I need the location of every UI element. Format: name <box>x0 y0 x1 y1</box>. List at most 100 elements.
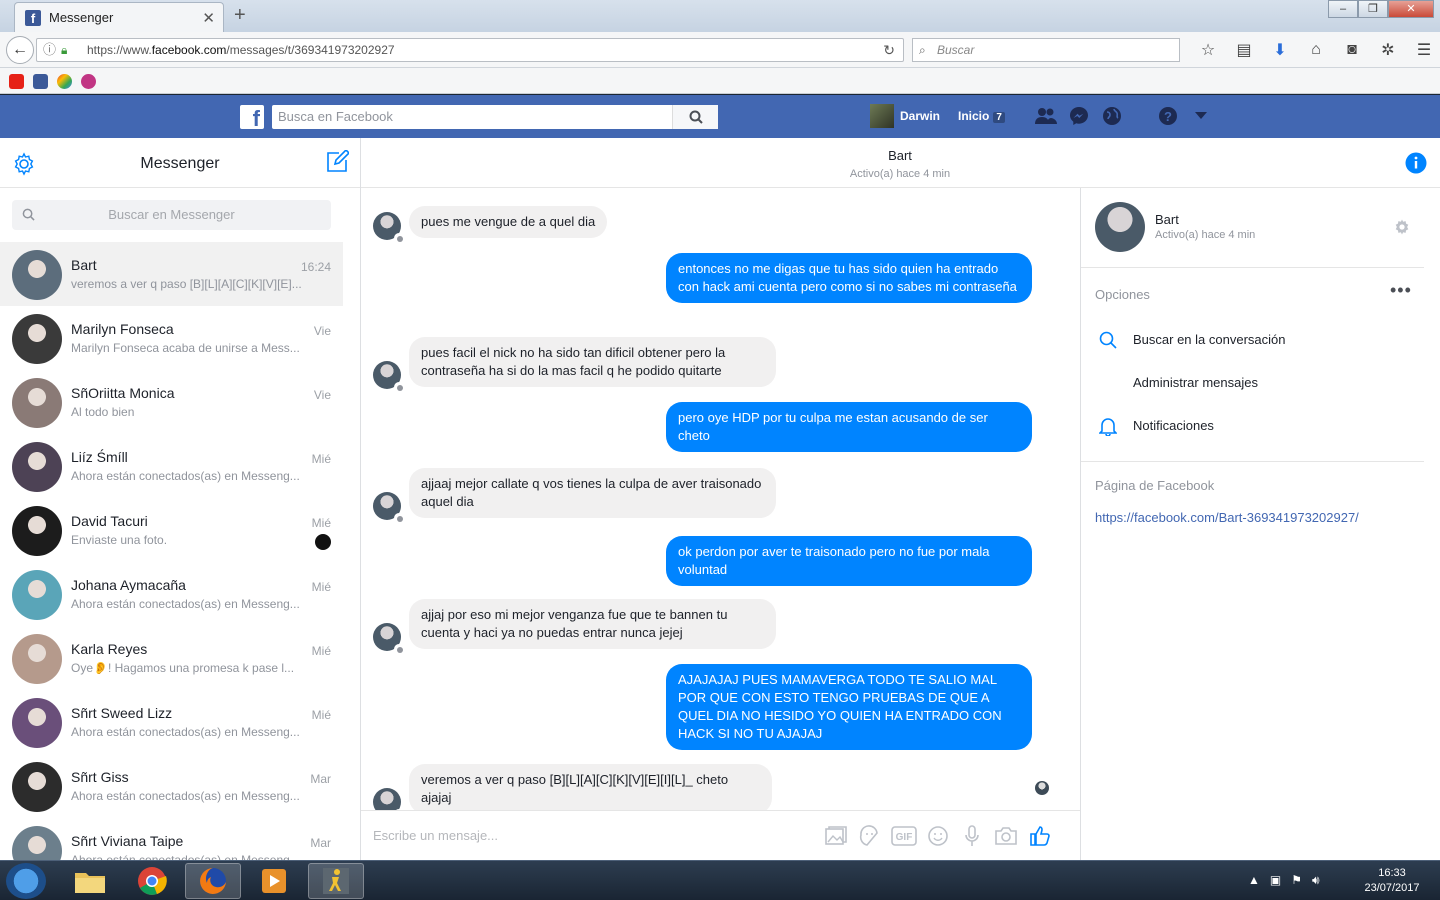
file-explorer-icon[interactable] <box>62 863 118 899</box>
instagram-bookmark-icon[interactable] <box>81 74 96 89</box>
info-icon[interactable]: ⓘ <box>43 39 56 61</box>
network-icon[interactable]: ▣ <box>1270 873 1281 888</box>
home-icon[interactable]: ⌂ <box>1298 38 1334 62</box>
clock[interactable]: 16:33 23/07/2017 <box>1350 866 1434 896</box>
home-link[interactable]: Inicio 7 <box>958 109 1005 123</box>
option-manage-messages[interactable]: Administrar mensajes <box>1133 375 1258 390</box>
minimize-icon[interactable]: – <box>1328 0 1358 18</box>
conversation-item[interactable]: Bart 16:24 veremos a ver q paso [B][L][A][… <box>0 242 343 306</box>
details-name[interactable]: Bart <box>1155 212 1179 227</box>
gif-icon[interactable]: GIF <box>891 823 917 849</box>
profile-link[interactable]: Darwin <box>870 104 940 128</box>
counter-strike-icon[interactable] <box>308 863 364 899</box>
info-icon[interactable] <box>1405 152 1427 174</box>
message-bubble-incoming[interactable]: ajjaaj mejor callate q vos tienes la cul… <box>409 468 776 518</box>
bookmark-star-icon[interactable]: ☆ <box>1190 38 1226 62</box>
youtube-bookmark-icon[interactable] <box>9 74 24 89</box>
chrome-icon[interactable] <box>124 863 180 899</box>
photo-icon[interactable] <box>823 823 849 849</box>
messenger-title: Messenger <box>140 155 220 172</box>
message-bubble-outgoing[interactable]: ok perdon por aver te traisonado pero no… <box>666 536 1032 586</box>
conversation-item[interactable]: Sñrt Sweed Lizz Mié Ahora están conectados… <box>0 690 343 754</box>
new-tab-icon[interactable]: + <box>234 4 246 27</box>
menu-icon[interactable]: ☰ <box>1406 38 1440 62</box>
message-bubble-incoming[interactable]: pues me vengue de a quel dia <box>409 206 608 238</box>
avatar[interactable] <box>1095 202 1145 252</box>
conversation-item[interactable]: Karla Reyes Mié Oye👂! Hagamos una promesa … <box>0 626 343 690</box>
browser-tab[interactable]: f Messenger ✕ <box>14 2 224 32</box>
sender-avatar[interactable] <box>373 361 404 392</box>
conversation-preview: Ahora están conectados(as) en Messeng... <box>71 597 300 611</box>
camera-icon[interactable] <box>993 823 1019 849</box>
emoji-icon[interactable] <box>925 823 951 849</box>
message-bubble-outgoing[interactable]: AJAJAJAJ PUES MAMAVERGA TODO TE SALIO MA… <box>666 664 1032 750</box>
avatar <box>12 762 62 812</box>
firefox-icon[interactable] <box>185 863 241 899</box>
globe-icon[interactable] <box>1100 104 1124 128</box>
messenger-search-input[interactable]: Buscar en Messenger <box>12 200 331 230</box>
message-bubble-incoming[interactable]: ajjaj por eso mi mejor venganza fue que … <box>409 599 776 649</box>
option-notifications[interactable]: Notificaciones <box>1133 418 1214 433</box>
downloads-icon[interactable]: ⬇ <box>1262 38 1298 62</box>
close-window-icon[interactable]: ✕ <box>1388 0 1434 18</box>
facebook-search-placeholder: Busca en Facebook <box>278 109 393 124</box>
media-player-icon[interactable] <box>246 863 302 899</box>
url-bar[interactable]: ⓘ 🔒︎ https://www.facebook.com/messages/t… <box>36 38 904 62</box>
conversation-item[interactable]: Sñrt Giss Mar Ahora están conectados(as) e… <box>0 754 343 818</box>
details-status: Activo(a) hace 4 min <box>1155 229 1256 241</box>
svg-text:?: ? <box>1164 109 1172 124</box>
action-center-flag-icon[interactable]: ⚑ <box>1291 873 1302 888</box>
conversation-item[interactable]: Johana Aymacaña Mié Ahora están conectados… <box>0 562 343 626</box>
sticker-icon[interactable] <box>857 823 883 849</box>
conversation-item[interactable]: Marilyn Fonseca Vie Marilyn Fonseca acaba … <box>0 306 343 370</box>
back-button[interactable]: ← <box>6 36 34 64</box>
volume-icon[interactable]: 🔊︎ <box>1312 873 1320 888</box>
messenger-icon[interactable] <box>1067 104 1091 128</box>
facebook-logo-icon[interactable]: f <box>240 105 264 131</box>
like-thumb-icon[interactable] <box>1027 823 1053 849</box>
conversation-item[interactable]: Liíz Śmíll Mié Ahora están conectados(as) … <box>0 434 343 498</box>
sender-avatar[interactable] <box>373 212 404 243</box>
message-input[interactable]: Escribe un mensaje... <box>373 828 498 843</box>
show-hidden-icons[interactable]: ▲ <box>1248 873 1260 888</box>
browser-search-box[interactable]: ⌕ Buscar <box>912 38 1180 62</box>
option-search-conversation[interactable]: Buscar en la conversación <box>1133 332 1285 347</box>
message-bubble-incoming[interactable]: pues facil el nick no ha sido tan difici… <box>409 337 776 387</box>
sender-avatar[interactable] <box>373 623 404 654</box>
more-options-icon[interactable]: ••• <box>1390 280 1412 301</box>
pocket-icon[interactable]: ◙ <box>1334 38 1370 62</box>
contact-status: Activo(a) hace 4 min <box>849 168 951 180</box>
avatar <box>12 634 62 684</box>
account-menu-icon[interactable] <box>1189 104 1213 128</box>
start-button[interactable] <box>6 863 46 899</box>
conversation-item[interactable]: SñOriitta Monica Vie Al todo bien <box>0 370 343 434</box>
friend-requests-icon[interactable] <box>1034 104 1058 128</box>
maximize-icon[interactable]: ❐ <box>1358 0 1388 18</box>
facebook-search-input[interactable]: Busca en Facebook <box>272 105 718 129</box>
message-bubble-outgoing[interactable]: entonces no me digas que tu has sido qui… <box>666 253 1032 303</box>
reading-list-icon[interactable]: ▤ <box>1226 38 1262 62</box>
reload-icon[interactable]: ↻ <box>883 39 895 61</box>
message-bubble-incoming[interactable]: veremos a ver q paso [B][L][A][C][K][V][… <box>409 764 772 810</box>
help-icon[interactable]: ? <box>1156 104 1180 128</box>
facebook-page-link[interactable]: https://facebook.com/Bart-36934197320292… <box>1095 510 1359 525</box>
compose-icon[interactable] <box>325 150 349 174</box>
search-icon[interactable] <box>672 105 718 129</box>
microphone-icon[interactable] <box>959 823 985 849</box>
facebook-bookmark-icon[interactable] <box>33 74 48 89</box>
sender-avatar[interactable] <box>373 788 404 810</box>
gear-icon[interactable] <box>1393 218 1411 236</box>
details-panel: Bart Activo(a) hace 4 min Opciones ••• B… <box>1080 188 1440 860</box>
contact-name[interactable]: Bart <box>361 148 1439 163</box>
message-bubble-outgoing[interactable]: pero oye HDP por tu culpa me estan acusa… <box>666 402 1032 452</box>
window-controls: – ❐ ✕ <box>1328 0 1434 18</box>
close-tab-icon[interactable]: ✕ <box>202 9 215 27</box>
conversation-item[interactable]: David Tacuri Mié Enviaste una foto. <box>0 498 343 562</box>
sender-avatar[interactable] <box>373 492 404 523</box>
conversation-name: Johana Aymacaña <box>71 577 186 593</box>
conversation-list-panel: Messenger Buscar en Messenger Bart 16:24 v… <box>0 138 361 876</box>
google-bookmark-icon[interactable] <box>57 74 72 89</box>
conversation-time: Mié <box>311 644 331 658</box>
extension-icon[interactable]: ✲ <box>1370 38 1406 62</box>
avatar <box>12 506 62 556</box>
